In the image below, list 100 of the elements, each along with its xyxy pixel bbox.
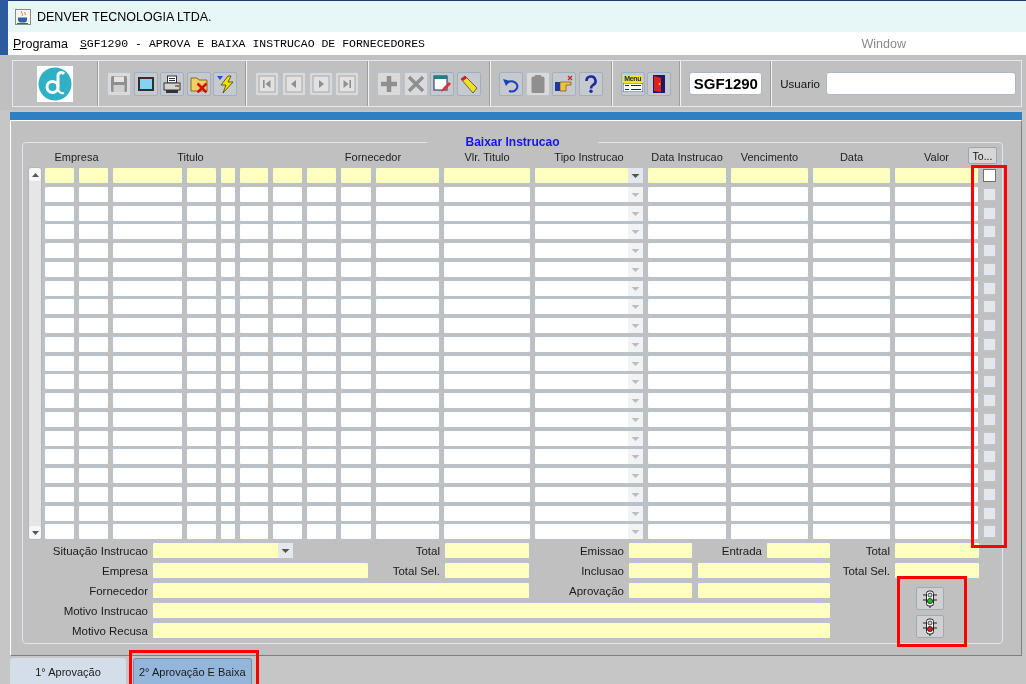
checkbox[interactable]: [983, 412, 996, 426]
table-input-field[interactable]: [340, 204, 372, 222]
table-input-field[interactable]: [78, 467, 109, 484]
table-input-field[interactable]: [647, 242, 727, 259]
table-input-field[interactable]: [647, 410, 727, 428]
table-input-field[interactable]: [44, 392, 75, 409]
dropdown-field[interactable]: [534, 204, 644, 222]
table-input-field[interactable]: [272, 204, 303, 222]
input-field[interactable]: [766, 542, 831, 560]
table-input-field[interactable]: [78, 485, 109, 503]
table-input-field[interactable]: [306, 242, 337, 259]
table-input-field[interactable]: [730, 392, 809, 409]
table-input-field[interactable]: [78, 298, 109, 316]
table-input-field[interactable]: [340, 504, 372, 522]
table-input-field[interactable]: [812, 448, 891, 466]
table-input-field[interactable]: [239, 410, 269, 428]
table-input-field[interactable]: [78, 317, 109, 334]
table-input-field[interactable]: [186, 410, 217, 428]
table-input-field[interactable]: [112, 185, 183, 203]
table-input-field[interactable]: [443, 354, 531, 372]
table-input-field[interactable]: [340, 185, 372, 203]
table-input-field[interactable]: [239, 373, 269, 391]
table-input-field[interactable]: [306, 260, 337, 278]
table-input-field[interactable]: [375, 429, 440, 447]
table-input-field[interactable]: [239, 504, 269, 522]
table-input-field[interactable]: [730, 504, 809, 522]
table-input-field[interactable]: [272, 354, 303, 372]
table-input-field[interactable]: [443, 298, 531, 316]
table-input-field[interactable]: [272, 467, 303, 484]
table-input-field[interactable]: [220, 317, 236, 334]
table-input-field[interactable]: [220, 298, 236, 316]
table-input-field[interactable]: [894, 242, 979, 259]
table-input-field[interactable]: [44, 523, 75, 541]
table-input-field[interactable]: [112, 167, 183, 184]
table-input-field[interactable]: [647, 373, 727, 391]
table-input-field[interactable]: [112, 204, 183, 222]
table-input-field[interactable]: [78, 335, 109, 353]
checkbox[interactable]: [983, 356, 996, 370]
table-input-field[interactable]: [186, 429, 217, 447]
table-input-field[interactable]: [443, 167, 531, 184]
table-input-field[interactable]: [239, 204, 269, 222]
checkbox[interactable]: [983, 206, 996, 220]
table-input-field[interactable]: [272, 429, 303, 447]
input-field[interactable]: [628, 562, 693, 580]
table-input-field[interactable]: [894, 485, 979, 503]
table-input-field[interactable]: [112, 354, 183, 372]
input-field[interactable]: [152, 622, 831, 640]
table-input-field[interactable]: [894, 448, 979, 466]
table-input-field[interactable]: [340, 223, 372, 241]
checkbox[interactable]: [983, 431, 996, 445]
scroll-down-button[interactable]: [29, 526, 41, 539]
table-input-field[interactable]: [272, 392, 303, 409]
table-input-field[interactable]: [306, 317, 337, 334]
traffic-light-button[interactable]: [916, 587, 944, 611]
header-button[interactable]: To...: [968, 147, 997, 164]
table-input-field[interactable]: [730, 242, 809, 259]
table-input-field[interactable]: [78, 392, 109, 409]
table-input-field[interactable]: [272, 317, 303, 334]
table-input-field[interactable]: [78, 223, 109, 241]
table-input-field[interactable]: [239, 485, 269, 503]
traffic-light-button[interactable]: [916, 615, 944, 639]
table-input-field[interactable]: [894, 410, 979, 428]
table-input-field[interactable]: [186, 448, 217, 466]
table-input-field[interactable]: [443, 523, 531, 541]
table-input-field[interactable]: [112, 335, 183, 353]
table-input-field[interactable]: [239, 185, 269, 203]
table-input-field[interactable]: [443, 204, 531, 222]
table-input-field[interactable]: [78, 242, 109, 259]
checkbox[interactable]: [983, 525, 996, 539]
table-input-field[interactable]: [730, 204, 809, 222]
table-input-field[interactable]: [375, 317, 440, 334]
table-input-field[interactable]: [272, 167, 303, 184]
table-input-field[interactable]: [239, 448, 269, 466]
toolbar-button[interactable]: [647, 71, 672, 96]
input-field[interactable]: [152, 562, 369, 580]
table-input-field[interactable]: [220, 504, 236, 522]
table-input-field[interactable]: [220, 392, 236, 409]
table-input-field[interactable]: [730, 410, 809, 428]
table-input-field[interactable]: [375, 410, 440, 428]
table-input-field[interactable]: [647, 223, 727, 241]
table-input-field[interactable]: [340, 335, 372, 353]
table-input-field[interactable]: [812, 467, 891, 484]
table-input-field[interactable]: [306, 335, 337, 353]
table-input-field[interactable]: [812, 373, 891, 391]
table-input-field[interactable]: [186, 392, 217, 409]
checkbox[interactable]: [983, 319, 996, 332]
table-input-field[interactable]: [44, 504, 75, 522]
scroll-up-button[interactable]: [29, 168, 41, 181]
table-input-field[interactable]: [443, 467, 531, 484]
table-input-field[interactable]: [894, 392, 979, 409]
toolbar-button[interactable]: [133, 71, 158, 96]
table-input-field[interactable]: [186, 523, 217, 541]
checkbox[interactable]: [983, 469, 996, 482]
table-input-field[interactable]: [647, 485, 727, 503]
table-input-field[interactable]: [375, 223, 440, 241]
table-input-field[interactable]: [306, 223, 337, 241]
dropdown-field[interactable]: [534, 410, 644, 428]
table-input-field[interactable]: [272, 448, 303, 466]
table-input-field[interactable]: [375, 448, 440, 466]
table-input-field[interactable]: [812, 223, 891, 241]
